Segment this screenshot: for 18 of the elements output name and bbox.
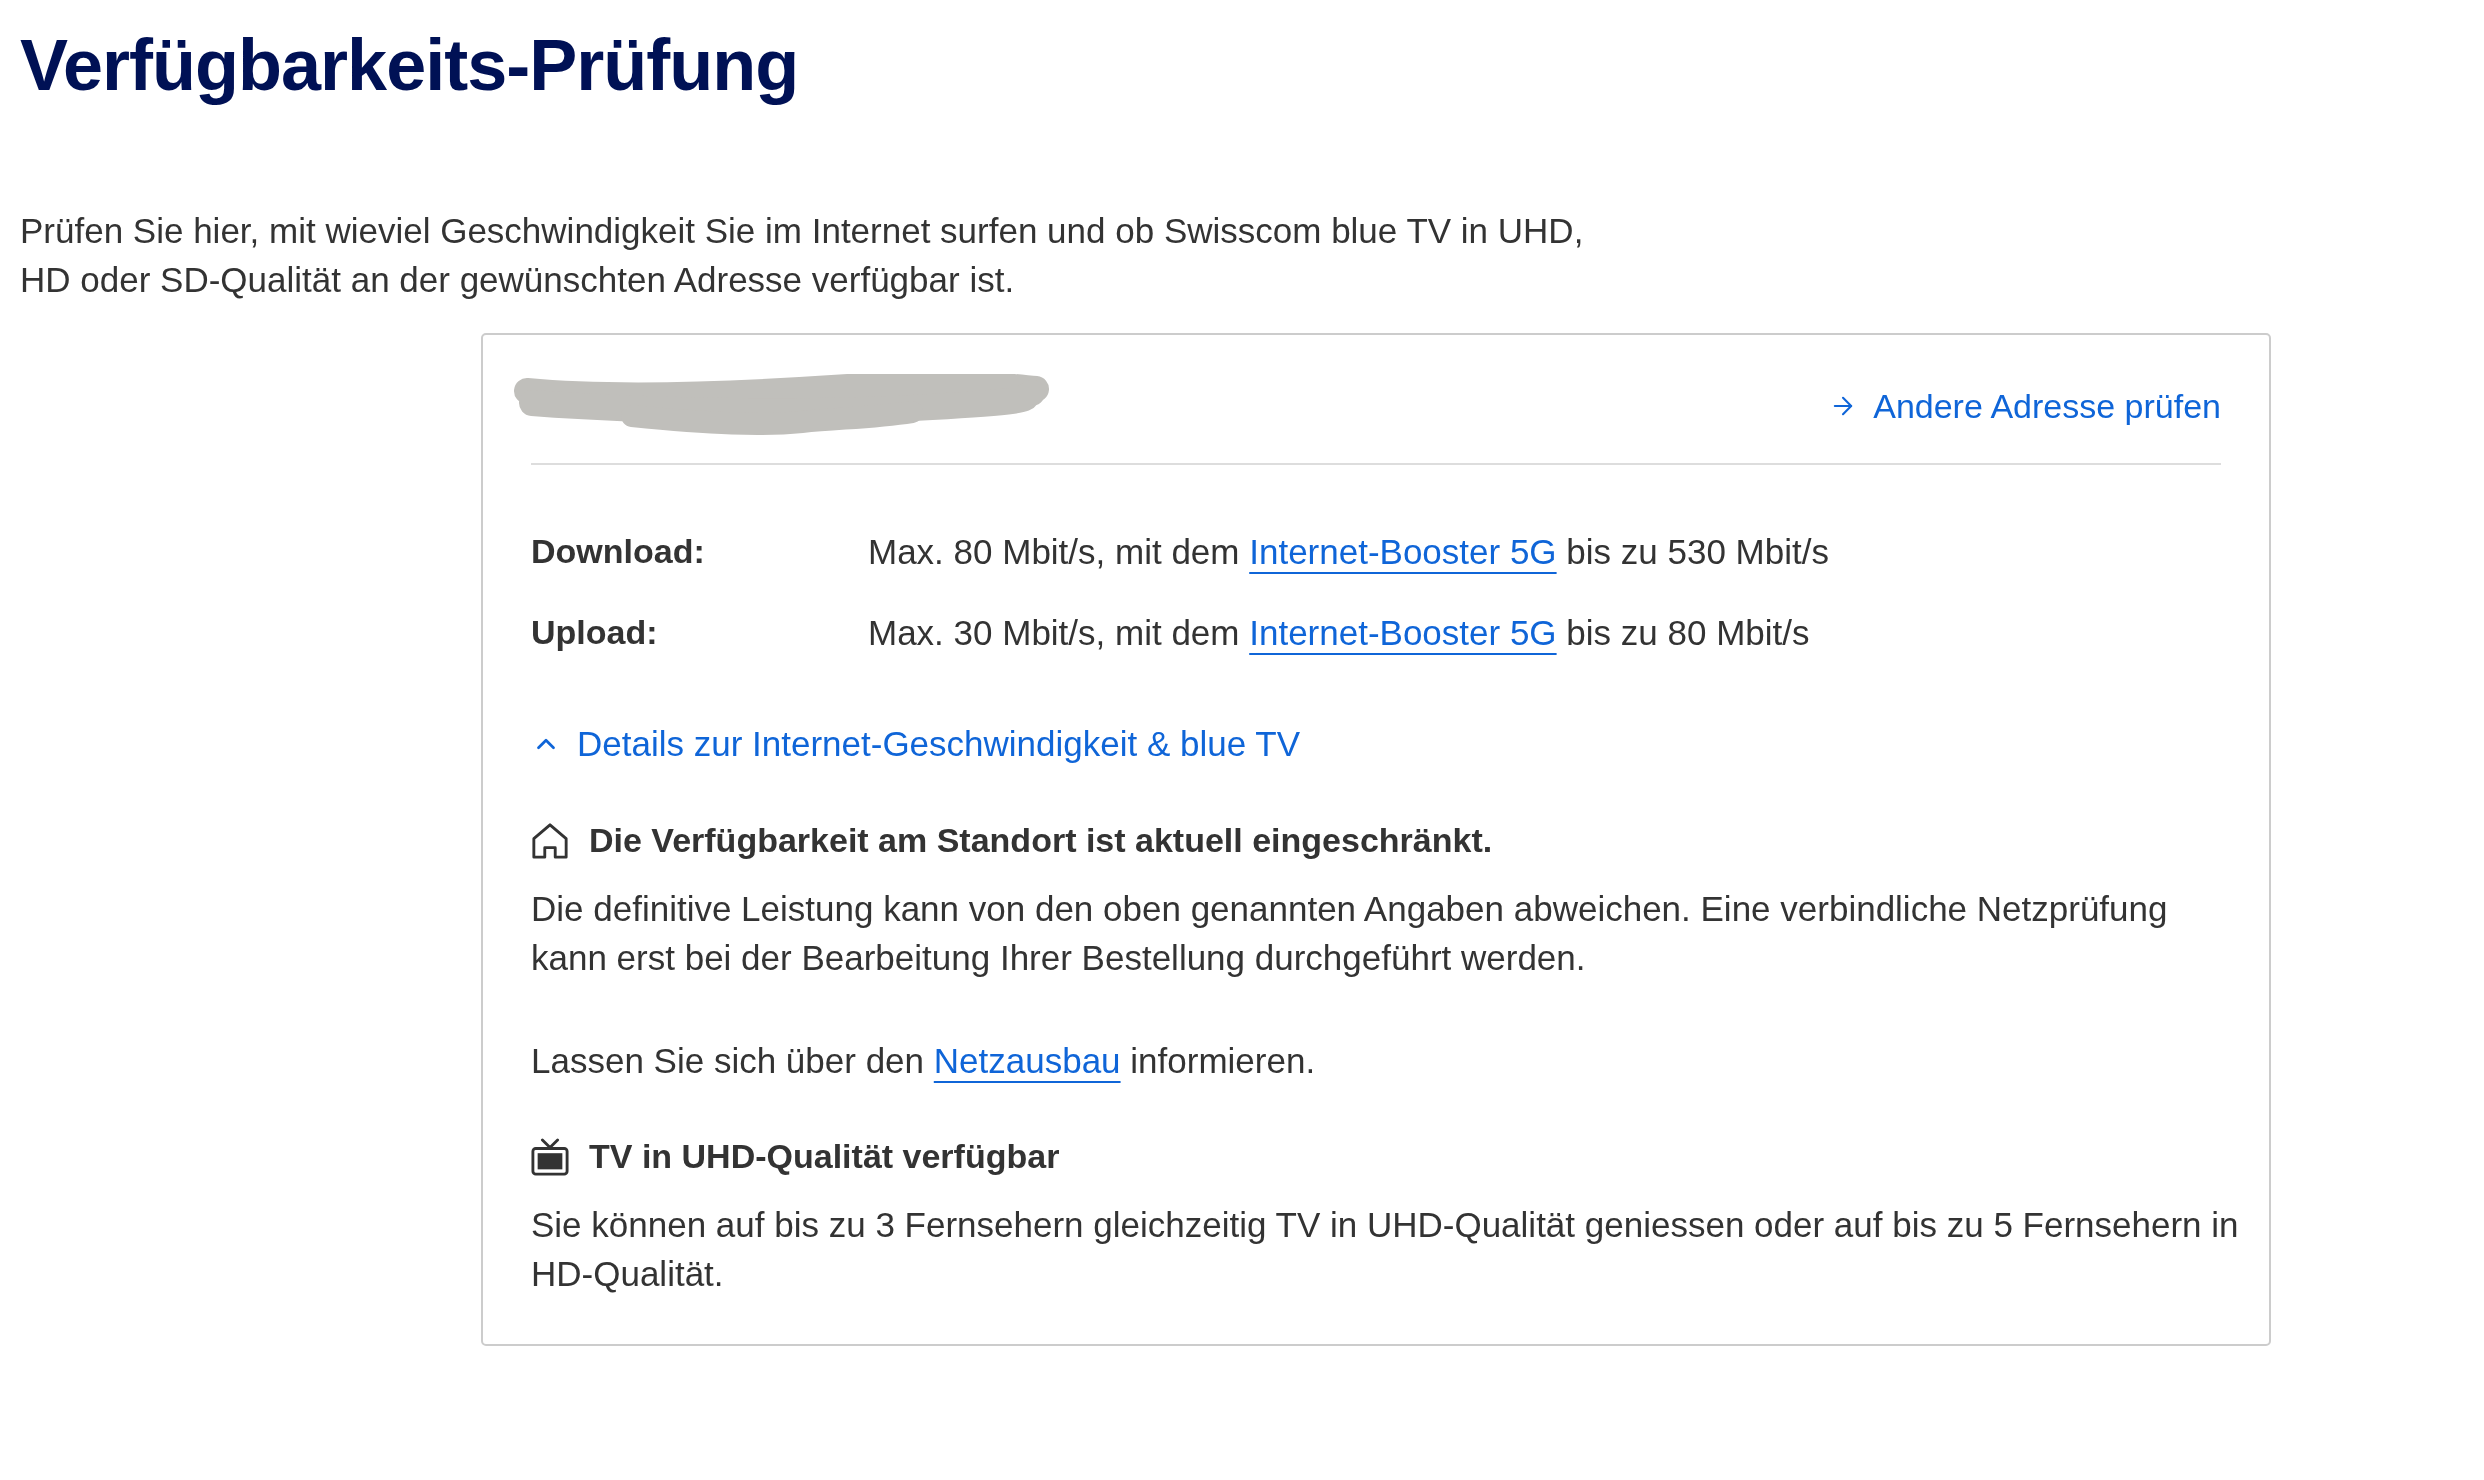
tv-icon	[531, 1137, 569, 1176]
notice-heading: TV in UHD-Qualität verfügbar	[589, 1136, 1060, 1177]
notice-text: Lassen Sie sich über den Netzausbau informieren.	[531, 1040, 1317, 1082]
house-icon	[531, 821, 569, 860]
inline-link[interactable]: Netzausbau	[933, 1041, 1121, 1080]
inline-link[interactable]: Internet-Booster 5G	[1249, 532, 1557, 571]
speed-label: Upload:	[531, 612, 659, 653]
notice-text: Die definitive Leistung kann von den oben genannten Angaben abweichen. Eine verbindliche Netzprüfung kann erst bei der Bearbeitung Ihrer Bestellung durchgeführt werden.	[531, 888, 2169, 979]
notice-text: Sie können auf bis zu 3 Fernsehern gleichzeitig TV in UHD-Qualität geniessen oder auf bis zu 5 Fernsehern in HD-Qualität.	[531, 1204, 2240, 1295]
speed-label: Download:	[531, 531, 706, 572]
speed-value: Max. 30 Mbit/s, mit dem Internet-Booster 5G bis zu 80 Mbit/s	[868, 612, 1810, 654]
intro-text: Prüfen Sie hier, mit wieviel Geschwindigkeit Sie im Internet surfen und ob Swisscom blue TV in UHD, HD oder SD-Qualität an der gewünschten Adresse verfügbar ist.	[20, 210, 1585, 301]
change-address-link[interactable]: Andere Adresse prüfen	[1829, 381, 2221, 431]
speed-value: Max. 80 Mbit/s, mit dem Internet-Booster 5G bis zu 530 Mbit/s	[868, 531, 1829, 573]
inline-link[interactable]: Internet-Booster 5G	[1249, 613, 1557, 652]
notice-heading: Die Verfügbarkeit am Standort ist aktuell eingeschränkt.	[589, 820, 1493, 861]
page-title: Verfügbarkeits-Prüfung	[20, 25, 799, 105]
details-toggle[interactable]: Details zur Internet-Geschwindigkeit & blue TV	[531, 719, 1301, 768]
